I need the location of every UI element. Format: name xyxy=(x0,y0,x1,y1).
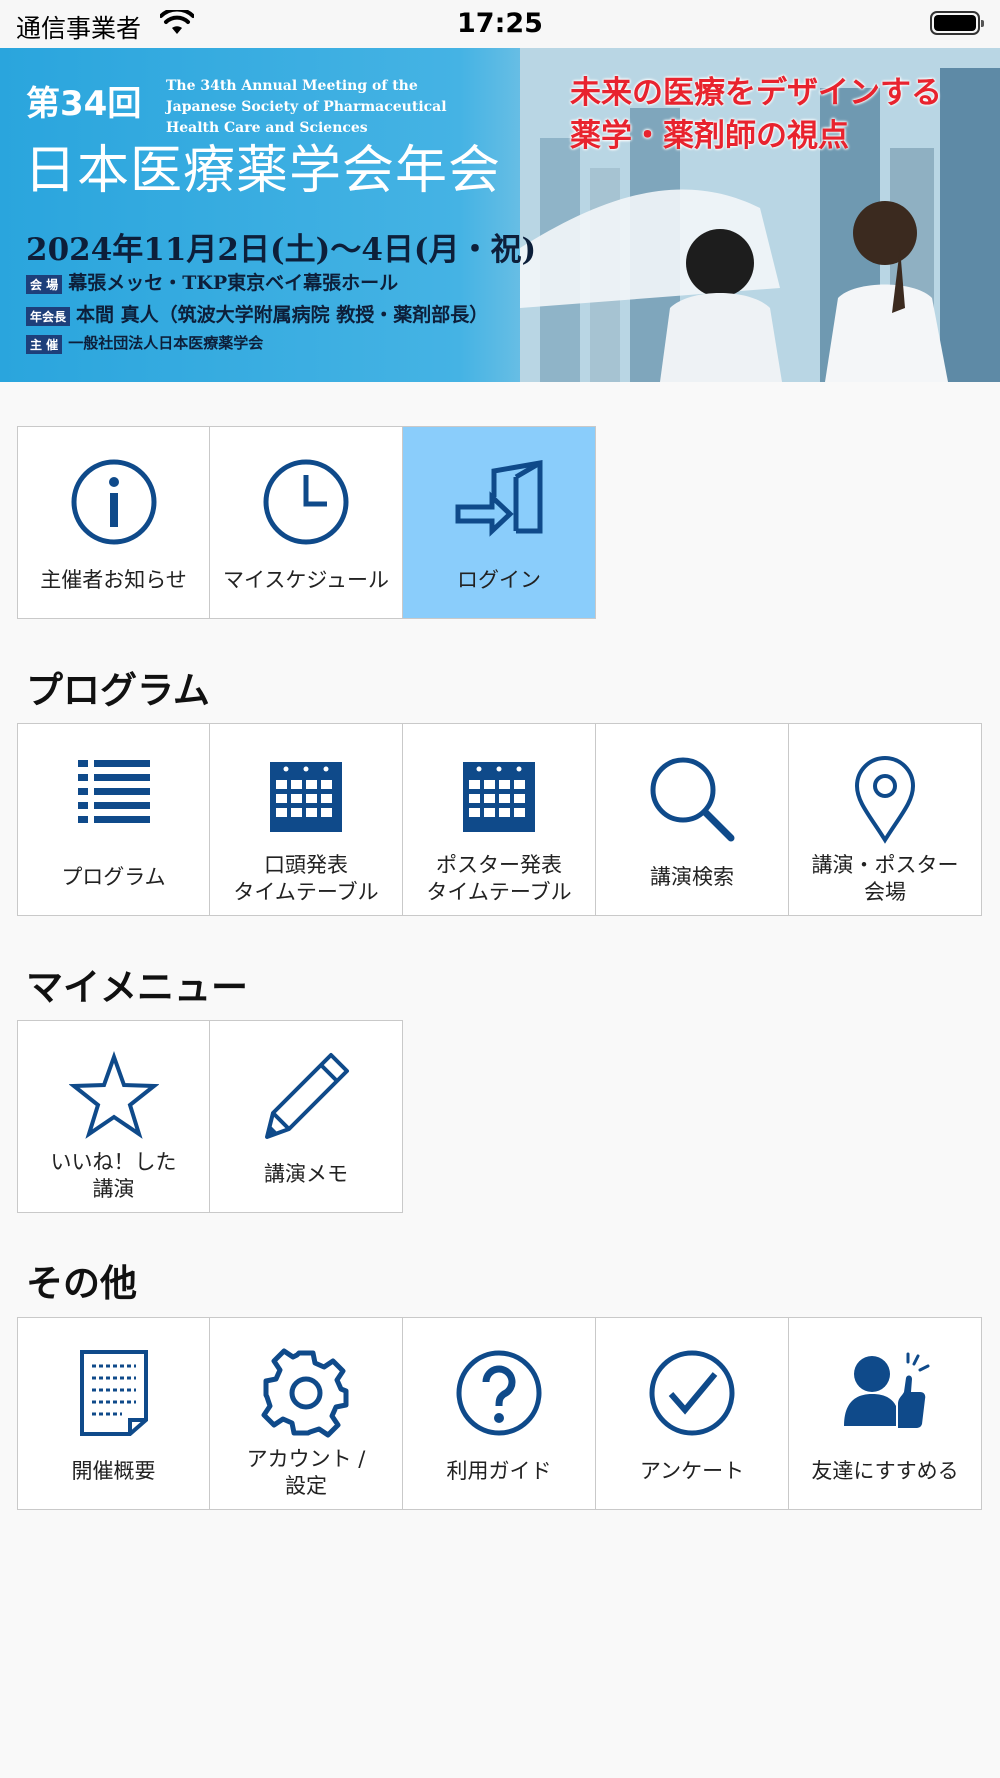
session-memo-tile[interactable]: 講演メモ xyxy=(210,1020,403,1213)
program-tile[interactable]: プログラム xyxy=(17,723,210,916)
venue-tag: 会 場 xyxy=(26,274,63,294)
program-grid: プログラム 口頭発表 タイムテーブル ポスター発表 タイムテーブル 講演検索 講… xyxy=(17,723,982,916)
other-grid: 開催概要 アカウント / 設定 利用ガイド アンケート 友達にすすめる xyxy=(17,1317,982,1510)
banner-host-row: 主 催一般社団法人日本医療薬学会 xyxy=(26,332,263,354)
session-search-tile[interactable]: 講演検索 xyxy=(596,723,789,916)
tile-label: 講演メモ xyxy=(264,1162,348,1186)
tile-label: 利用ガイド xyxy=(446,1459,552,1483)
battery-icon xyxy=(930,11,984,35)
search-icon xyxy=(650,757,735,842)
tile-label: 口頭発表 タイムテーブル xyxy=(233,853,379,904)
calendar-icon xyxy=(270,762,342,832)
tile-label: ポスター発表 タイムテーブル xyxy=(426,853,572,904)
status-bar: 通信事業者 17:25 xyxy=(0,0,1000,48)
section-title-other: その他 xyxy=(26,1262,137,1305)
tile-label: アカウント / 設定 xyxy=(246,1447,366,1498)
venue-map-tile[interactable]: 講演・ポスター 会場 xyxy=(789,723,982,916)
star-icon xyxy=(68,1051,159,1139)
tile-label: マイスケジュール xyxy=(223,568,389,592)
tile-label: アンケート xyxy=(639,1459,745,1483)
clock-icon xyxy=(263,459,349,545)
section-title-program: プログラム xyxy=(26,669,210,712)
tile-label: 主催者お知らせ xyxy=(40,568,187,592)
banner-venue: 幕張メッセ・TKP東京ベイ幕張ホール xyxy=(68,272,399,294)
oral-timetable-tile[interactable]: 口頭発表 タイムテーブル xyxy=(210,723,403,916)
map-pin-icon xyxy=(854,756,916,844)
calendar-icon xyxy=(463,762,535,832)
help-icon xyxy=(456,1350,542,1436)
tile-label: 開催概要 xyxy=(71,1459,156,1483)
host-tag: 主 催 xyxy=(26,334,63,354)
banner-president: 本間 真人（筑波大学附属病院 教授・薬剤部長） xyxy=(76,304,489,326)
banner-catchphrase: 未来の医療をデザインする 薬学・薬剤師の視点 xyxy=(570,72,942,158)
conference-banner[interactable]: 第34回 The 34th Annual Meeting of the Japa… xyxy=(0,48,1000,382)
tile-label: いいね！した 講演 xyxy=(50,1150,177,1201)
section-title-my-menu: マイメニュー xyxy=(26,966,248,1009)
poster-timetable-tile[interactable]: ポスター発表 タイムテーブル xyxy=(403,723,596,916)
banner-title: 日本医療薬学会年会 xyxy=(24,141,502,201)
my-menu-grid: いいね！した 講演 講演メモ xyxy=(17,1020,403,1213)
banner-host: 一般社団法人日本医療薬学会 xyxy=(68,334,264,352)
recommend-icon xyxy=(844,1352,930,1428)
my-schedule-tile[interactable]: マイスケジュール xyxy=(210,426,403,619)
list-icon xyxy=(77,760,150,823)
clock-time: 17:25 xyxy=(457,8,543,39)
account-settings-tile[interactable]: アカウント / 設定 xyxy=(210,1317,403,1510)
survey-tile[interactable]: アンケート xyxy=(596,1317,789,1510)
organizer-news-tile[interactable]: 主催者お知らせ xyxy=(17,426,210,619)
tile-label: 講演検索 xyxy=(650,865,734,889)
document-icon xyxy=(79,1350,148,1436)
liked-sessions-tile[interactable]: いいね！した 講演 xyxy=(17,1020,210,1213)
login-tile[interactable]: ログイン xyxy=(403,426,596,619)
tile-label: プログラム xyxy=(61,865,166,889)
banner-venue-row: 会 場幕張メッセ・TKP東京ベイ幕張ホール xyxy=(26,268,398,295)
catchphrase-line-1: 未来の医療をデザインする xyxy=(570,75,942,111)
check-circle-icon xyxy=(649,1350,735,1436)
top-menu-grid: 主催者お知らせ マイスケジュール ログイン xyxy=(17,426,596,619)
banner-edition: 第34回 xyxy=(26,84,142,124)
info-icon xyxy=(71,459,156,545)
gear-icon xyxy=(261,1348,349,1438)
event-overview-tile[interactable]: 開催概要 xyxy=(17,1317,210,1510)
banner-president-row: 年会長 本間 真人（筑波大学附属病院 教授・薬剤部長） xyxy=(26,300,488,327)
pencil-icon xyxy=(265,1053,349,1139)
tile-label: 講演・ポスター 会場 xyxy=(811,853,959,904)
catchphrase-line-2: 薬学・薬剤師の視点 xyxy=(570,118,849,154)
login-icon xyxy=(455,460,543,537)
president-tag: 年会長 xyxy=(26,306,71,326)
recommend-tile[interactable]: 友達にすすめる xyxy=(789,1317,982,1510)
banner-date: 2024年11月2日(土)～4日(月・祝) xyxy=(26,232,537,268)
tile-label: 友達にすすめる xyxy=(811,1459,959,1483)
user-guide-tile[interactable]: 利用ガイド xyxy=(403,1317,596,1510)
tile-label: ログイン xyxy=(457,568,541,592)
